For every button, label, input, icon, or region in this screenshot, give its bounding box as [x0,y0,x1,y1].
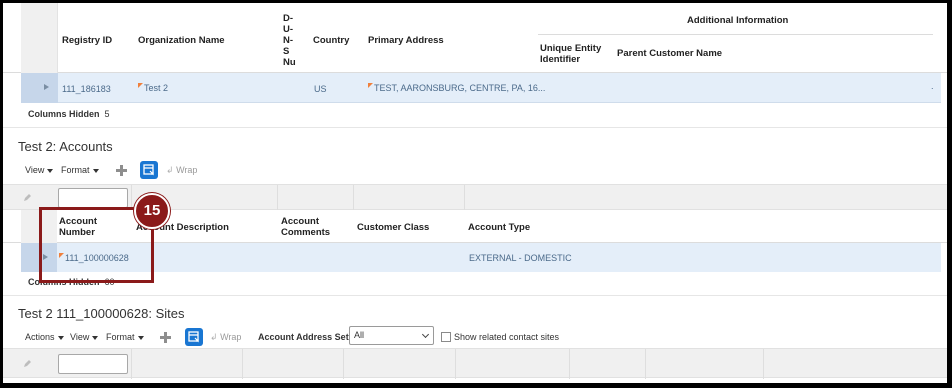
expand-row-icon[interactable] [44,84,49,90]
column-header-account-comments[interactable]: Account Comments [281,216,330,238]
primary-address-text: TEST, AARONSBURG, CENTRE, PA, 16... [374,83,546,93]
actions-menu[interactable]: Actions [25,332,64,342]
show-related-contact-sites-checkbox[interactable] [441,332,451,342]
chevron-down-icon [92,335,99,340]
column-header-account-type[interactable]: Account Type [468,222,530,233]
filter-column-divider [242,349,243,379]
columns-hidden-count: 5 [104,109,110,119]
freeze-icon [143,164,154,176]
duns-line-4: S [283,46,290,57]
column-header-organization-name[interactable]: Organization Name [138,35,225,46]
wrap-label: Wrap [176,165,198,175]
flag-icon [138,83,143,88]
wrap-button[interactable]: ↲ Wrap [166,165,197,176]
duns-line-3: N- [283,35,294,46]
wrap-icon: ↲ [210,332,218,342]
duns-line-5: Nu [283,57,296,68]
chevron-down-icon [137,335,144,340]
account-comments-line-2: Comments [281,227,331,238]
cell-organization-name[interactable]: Test 2 [138,83,168,93]
format-menu-label: Format [106,332,135,342]
filter-column-divider [763,349,764,379]
flag-icon [368,83,373,88]
uei-line-1: Unique Entity [540,43,602,54]
filter-column-divider [569,349,570,379]
column-header-country[interactable]: Country [313,35,349,46]
view-menu-label: View [70,332,90,342]
duns-line-2: U- [283,24,294,35]
pencil-icon [24,360,31,367]
cell-country: US [314,84,327,94]
freeze-button[interactable] [140,161,158,179]
filter-column-divider [455,349,456,379]
columns-hidden-label: Columns Hidden [28,109,100,119]
row-selector[interactable] [21,73,58,103]
chevron-down-icon [421,330,430,339]
filter-column-divider [464,185,465,211]
format-menu[interactable]: Format [106,332,144,342]
section-divider [3,295,947,296]
column-header-customer-class[interactable]: Customer Class [357,222,429,233]
freeze-button[interactable] [185,328,203,346]
column-header-registry-id[interactable]: Registry ID [62,35,112,46]
cell-primary-address: TEST, AARONSBURG, CENTRE, PA, 16... [368,83,545,93]
format-menu-label: Format [61,165,90,175]
filter-column-divider [277,185,278,211]
chevron-down-icon [57,335,64,340]
callout-step-badge: 15 [134,193,170,229]
wrap-label: Wrap [220,332,242,342]
sites-filter-row [3,348,947,379]
cell-account-type: EXTERNAL - DOMESTIC [469,253,572,263]
format-menu[interactable]: Format [61,165,99,175]
pencil-icon [24,194,31,201]
account-comments-line-1: Account [281,216,319,227]
organization-name-link[interactable]: Test 2 [144,83,168,93]
add-icon[interactable] [116,165,127,176]
chevron-down-icon [92,168,99,173]
column-header-unique-entity-identifier[interactable]: Unique Entity Identifier [540,43,601,65]
sites-section-title: Test 2 111_100000628: Sites [18,306,185,321]
account-address-set-select[interactable]: All [349,326,434,345]
filter-column-divider [131,349,132,379]
column-group-divider [538,34,933,35]
freeze-icon [188,331,199,343]
uei-line-2: Identifier [540,54,581,65]
duns-line-1: D- [283,13,294,24]
view-menu-label: View [25,165,45,175]
wrap-icon: ↲ [166,165,174,175]
account-address-set-label: Account Address Set [258,332,349,342]
view-menu[interactable]: View [25,165,54,175]
registry-columns-hidden: Columns Hidden 5 [28,109,110,119]
column-header-duns[interactable]: D- U- N- S Nu [283,13,303,68]
account-address-set-value: All [354,330,365,340]
accounts-section-title: Test 2: Accounts [18,139,113,154]
wrap-button[interactable]: ↲ Wrap [210,332,241,343]
view-menu[interactable]: View [70,332,99,342]
registry-header-gutter [21,3,58,73]
filter-column-divider [645,349,646,379]
section-divider [3,127,947,128]
cell-registry-id: 111_186183 [62,84,111,94]
column-header-primary-address[interactable]: Primary Address [368,35,444,46]
registry-table-row[interactable]: 111_186183 Test 2 US TEST, AARONSBURG, C… [21,73,941,103]
actions-menu-label: Actions [25,332,55,342]
column-header-parent-customer-name[interactable]: Parent Customer Name [617,48,722,59]
sites-filter-input[interactable] [58,354,128,374]
filter-column-divider [343,349,344,379]
app-frame: Registry ID Organization Name D- U- N- S… [3,3,947,383]
accounts-table-row[interactable]: 111_100000628 EXTERNAL - DOMESTIC [21,243,941,272]
add-icon[interactable] [160,332,171,343]
column-group-additional-information: Additional Information [687,15,789,26]
chevron-down-icon [47,168,54,173]
show-related-contact-sites-label[interactable]: Show related contact sites [454,332,559,342]
filter-column-divider [353,185,354,211]
cell-trailing-marker: . [931,81,934,91]
account-number-filter-input[interactable] [58,188,128,208]
